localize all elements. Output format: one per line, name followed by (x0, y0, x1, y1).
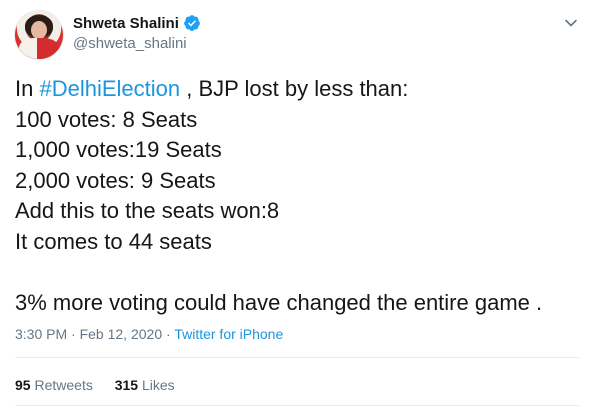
divider (15, 405, 579, 406)
tweet-line: 3% more voting could have changed the en… (15, 289, 543, 315)
tweet-card: Shweta Shalini @shweta_shalini In #Delhi… (0, 0, 594, 412)
verified-badge-icon (183, 15, 200, 31)
avatar-face (31, 21, 47, 39)
meta-separator: · (162, 326, 175, 342)
meta-separator: · (67, 326, 80, 342)
retweets-count: 95 (15, 377, 31, 393)
tweet-line: 1,000 votes:19 Seats (15, 137, 222, 162)
avatar[interactable] (14, 10, 64, 60)
name-row: Shweta Shalini (73, 13, 201, 33)
tweet-meta: 3:30 PM · Feb 12, 2020 · Twitter for iPh… (15, 326, 283, 342)
tweet-time[interactable]: 3:30 PM (15, 326, 67, 342)
tweet-line: 100 votes: 8 Seats (15, 106, 198, 132)
tweet-text-prefix: In (15, 76, 40, 101)
hashtag-link[interactable]: #DelhiElection (39, 76, 180, 101)
likes-stat[interactable]: 315 Likes (115, 377, 175, 393)
tweet-text-after-hashtag: , BJP lost by less than: (180, 76, 409, 101)
user-handle[interactable]: @shweta_shalini (73, 35, 187, 52)
likes-label: Likes (141, 377, 175, 393)
retweets-stat[interactable]: 95 Retweets (15, 377, 93, 393)
tweet-text: In #DelhiElection , BJP lost by less tha… (15, 74, 583, 318)
tweet-stats: 95 Retweets 315 Likes (15, 377, 193, 393)
avatar-saree (19, 38, 59, 59)
tweet-line: It comes to 44 seats (15, 228, 212, 254)
tweet-date[interactable]: Feb 12, 2020 (80, 326, 163, 342)
likes-count: 315 (114, 377, 139, 393)
tweet-line: 2,000 votes: 9 Seats (15, 167, 216, 193)
display-name[interactable]: Shweta Shalini (73, 15, 179, 32)
chevron-down-icon[interactable] (564, 16, 578, 30)
retweets-label: Retweets (34, 377, 93, 393)
tweet-line: Add this to the seats won:8 (15, 198, 280, 223)
divider (15, 357, 579, 358)
tweet-source-link[interactable]: Twitter for iPhone (174, 326, 283, 342)
